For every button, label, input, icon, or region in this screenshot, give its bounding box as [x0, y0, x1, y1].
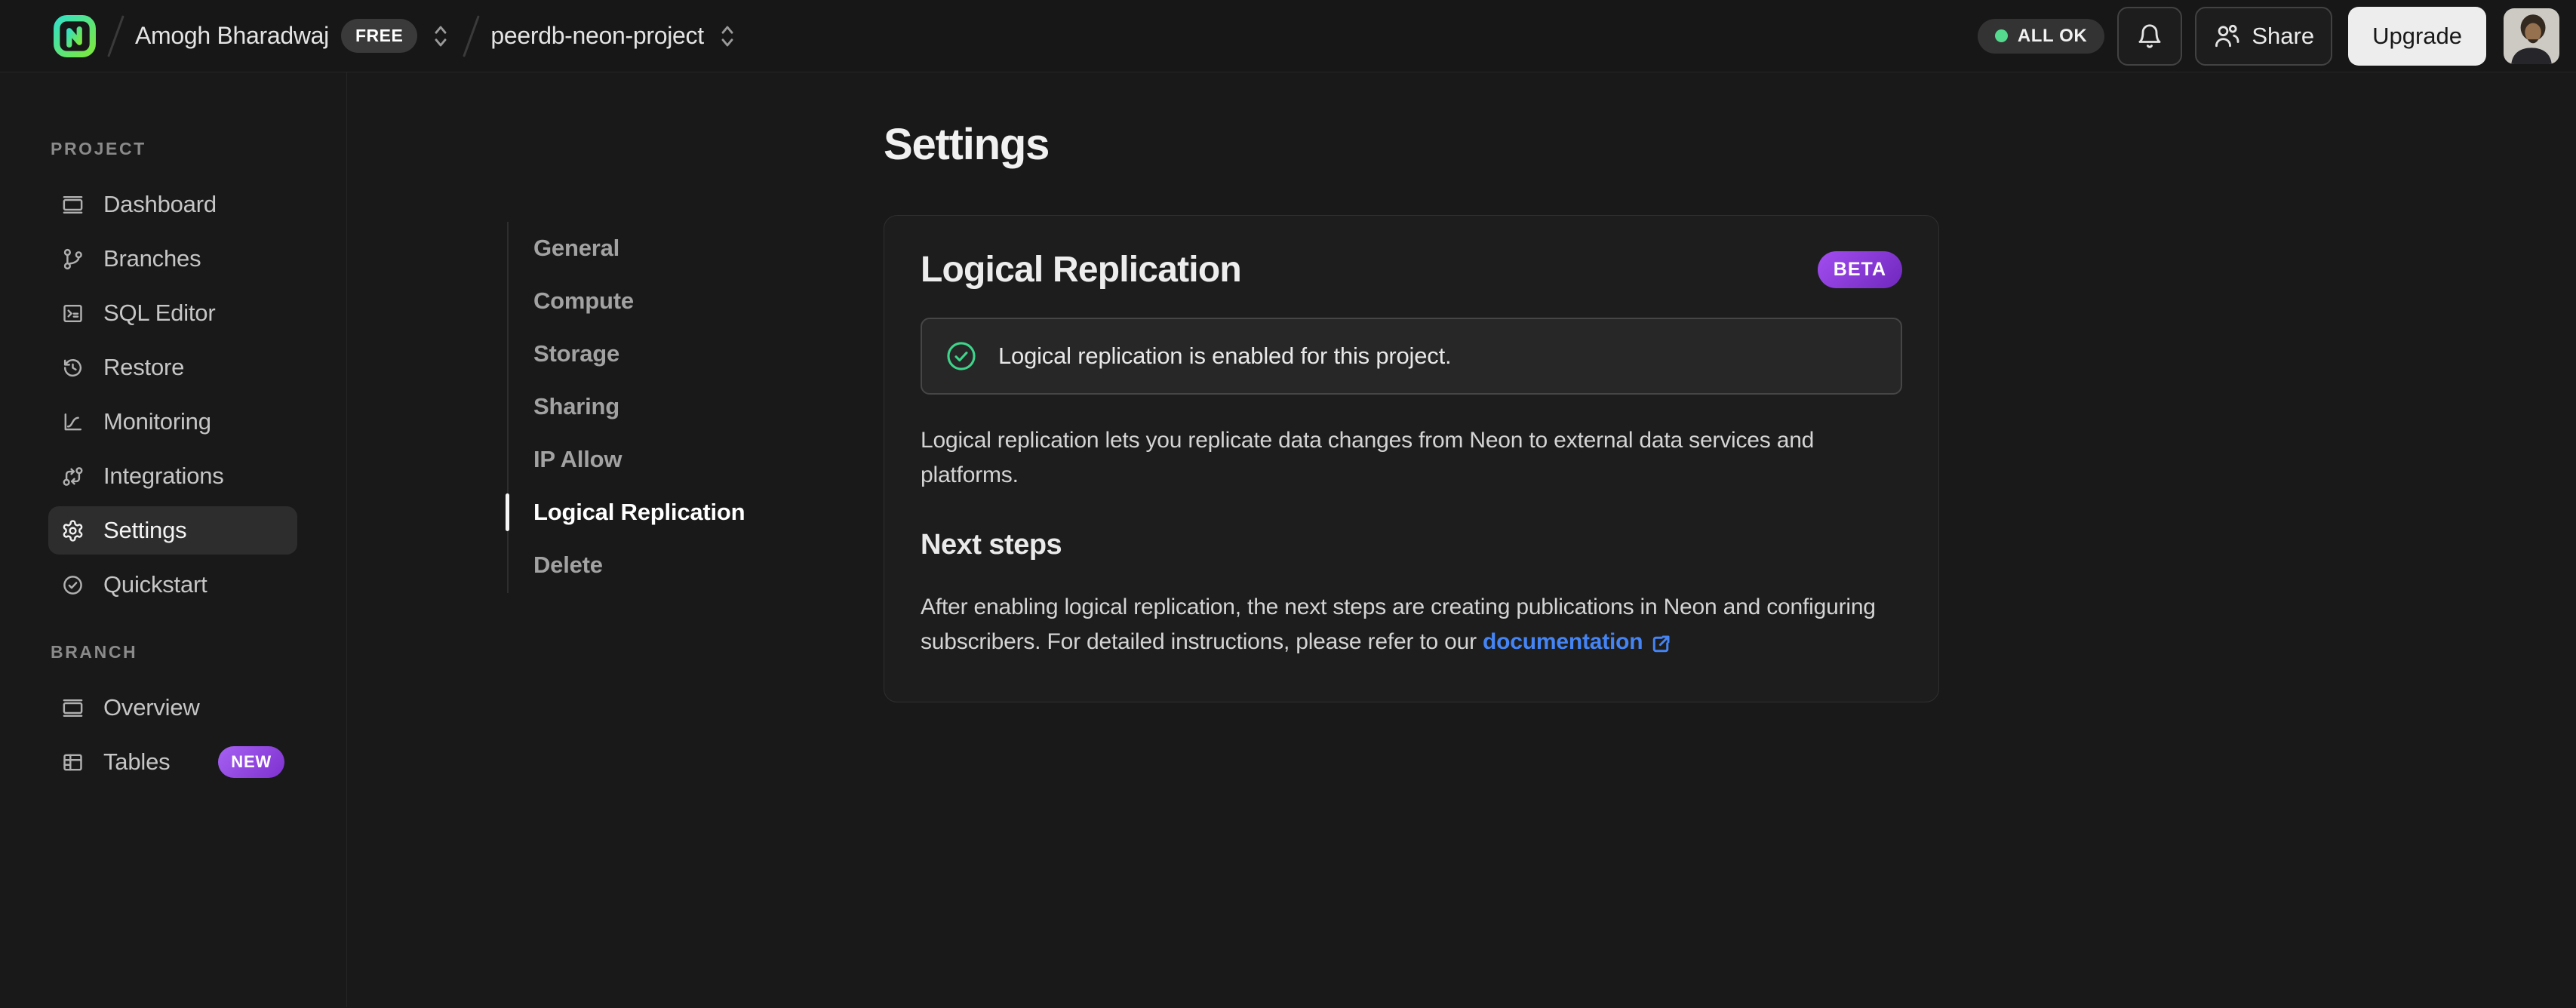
integrations-icon: [63, 466, 83, 486]
sidebar-item-tables[interactable]: Tables NEW: [48, 738, 297, 786]
table-icon: [63, 754, 82, 770]
success-alert: Logical replication is enabled for this …: [921, 318, 1902, 395]
card-title: Logical Replication: [921, 250, 1242, 290]
sidebar-item-overview[interactable]: Overview: [48, 684, 297, 732]
external-link-icon: [1653, 635, 1670, 653]
logical-replication-card: Logical Replication BETA Logical replica…: [884, 215, 1939, 702]
notifications-button[interactable]: [2117, 6, 2183, 66]
gear-icon: [63, 519, 83, 542]
new-badge: NEW: [218, 746, 284, 778]
org-name: Amogh Bharadwaj: [135, 22, 329, 49]
status-badge[interactable]: ALL OK: [1977, 18, 2105, 54]
settings-nav-storage[interactable]: Storage: [509, 327, 884, 380]
breadcrumb-divider: [463, 14, 481, 57]
settings-nav-ip-allow[interactable]: IP Allow: [509, 433, 884, 486]
sidebar-item-branches[interactable]: Branches: [48, 235, 297, 283]
sidebar-item-settings[interactable]: Settings: [48, 506, 297, 555]
settings-nav-general[interactable]: General: [509, 222, 884, 275]
history-icon: [63, 358, 81, 376]
users-icon: [2215, 24, 2239, 47]
settings-panel: Settings Logical Replication BETA Logica…: [884, 72, 1939, 1007]
avatar[interactable]: [2504, 8, 2559, 64]
avatar-photo: [2504, 8, 2559, 64]
settings-nav-delete[interactable]: Delete: [509, 539, 884, 592]
project-selector[interactable]: peerdb-neon-project: [490, 22, 739, 50]
card-header: Logical Replication BETA: [921, 249, 1902, 290]
settings-nav-sharing[interactable]: Sharing: [509, 380, 884, 433]
sidebar-item-restore[interactable]: Restore: [48, 343, 297, 392]
page-title: Settings: [884, 120, 1050, 169]
sidebar: PROJECT Dashboard Branches SQL Editor Re…: [0, 72, 347, 1007]
sidebar-item-dashboard[interactable]: Dashboard: [48, 180, 297, 229]
chevron-updown-icon: [435, 26, 447, 46]
project-name: peerdb-neon-project: [490, 22, 704, 49]
settings-nav-compute[interactable]: Compute: [509, 275, 884, 327]
sidebar-item-monitoring[interactable]: Monitoring: [48, 398, 297, 446]
main-content: General Compute Storage Sharing IP Allow…: [347, 72, 2576, 1007]
check-circle-icon: [63, 575, 82, 595]
topbar: Amogh Bharadwaj FREE peerdb-neon-project…: [0, 0, 2576, 72]
sidebar-item-sql-editor[interactable]: SQL Editor: [48, 289, 297, 337]
topbar-actions: ALL OK Share Upgrade: [1977, 6, 2559, 66]
chart-icon: [64, 413, 82, 430]
sidebar-item-integrations[interactable]: Integrations: [48, 452, 297, 500]
terminal-icon: [63, 304, 82, 322]
dashboard-icon: [63, 195, 83, 214]
git-branch-icon: [63, 248, 82, 269]
share-button[interactable]: Share: [2195, 6, 2333, 66]
sidebar-section-project: PROJECT: [51, 139, 146, 158]
breadcrumb-divider: [107, 14, 124, 57]
next-steps-title: Next steps: [921, 529, 1062, 561]
window-icon: [63, 699, 83, 717]
breadcrumb: Amogh Bharadwaj FREE peerdb-neon-project: [53, 14, 739, 58]
neon-logo[interactable]: [53, 14, 97, 58]
settings-nav-logical-replication[interactable]: Logical Replication: [506, 486, 884, 539]
check-circle-icon: [947, 342, 976, 370]
org-selector[interactable]: Amogh Bharadwaj FREE: [135, 19, 452, 53]
beta-badge: BETA: [1817, 251, 1902, 288]
status-dot-icon: [1994, 29, 2008, 42]
sidebar-item-quickstart[interactable]: Quickstart: [48, 561, 297, 609]
settings-subnav: General Compute Storage Sharing IP Allow…: [506, 222, 884, 593]
next-steps-paragraph: After enabling logical replication, the …: [921, 590, 1902, 659]
upgrade-button[interactable]: Upgrade: [2348, 6, 2486, 66]
alert-text: Logical replication is enabled for this …: [998, 343, 1452, 369]
bell-icon: [2138, 23, 2161, 48]
documentation-link[interactable]: documentation: [1483, 625, 1672, 659]
plan-badge: FREE: [341, 19, 418, 53]
sidebar-section-branch: BRANCH: [51, 642, 138, 662]
chevron-updown-icon: [721, 26, 733, 46]
replication-description: Logical replication lets you replicate d…: [921, 428, 1815, 487]
